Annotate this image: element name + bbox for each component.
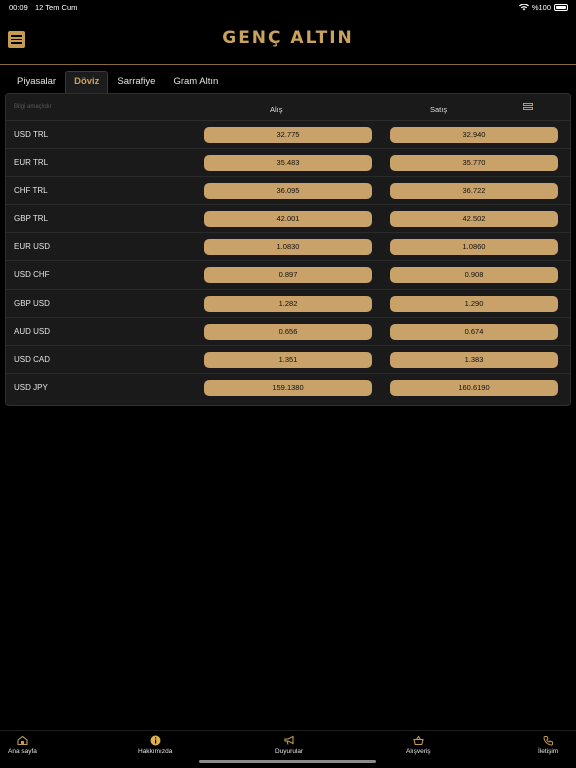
sell-price: 160.6190 — [390, 379, 558, 396]
tab-bar: Piyasalar Döviz Sarrafiye Gram Altın — [8, 71, 227, 93]
table-row: USD TRL 32.775 32.940 — [6, 121, 570, 150]
nav-contact[interactable]: İletişim — [538, 735, 558, 755]
currency-pair-name: USD CAD — [14, 354, 51, 364]
status-time: 00:09 — [9, 3, 28, 12]
sell-price: 42.502 — [390, 211, 558, 228]
buy-price: 35.483 — [204, 155, 372, 172]
disclaimer-label: Bilgi amaçlıdır — [14, 104, 52, 110]
currency-pair-name: AUD USD — [14, 326, 51, 336]
currency-pair-name: GBP USD — [14, 298, 50, 308]
status-bar: 00:09 12 Tem Cum %100 — [0, 0, 576, 16]
sell-price: 36.722 — [390, 183, 558, 200]
sell-price: 1.383 — [390, 351, 558, 368]
nav-label: Alışveriş — [406, 748, 431, 755]
nav-home[interactable]: Ana sayfa — [8, 735, 37, 755]
sell-price: 0.674 — [390, 323, 558, 340]
buy-price: 42.001 — [204, 211, 372, 228]
nav-label: Ana sayfa — [8, 748, 37, 755]
currency-pair-name: EUR TRL — [14, 158, 49, 168]
nav-label: Duyurular — [275, 748, 304, 755]
table-row: GBP USD 1.282 1.290 — [6, 290, 570, 318]
table-row: USD JPY 159.1380 160.6190 — [6, 374, 570, 402]
buy-price: 159.1380 — [204, 379, 372, 396]
info-icon — [150, 735, 161, 746]
buy-column-header: Alış — [270, 105, 283, 114]
sell-column-header: Satış — [430, 105, 448, 114]
phone-icon — [543, 736, 553, 746]
currency-pair-name: USD CHF — [14, 270, 50, 280]
brand-logo: GENÇ ALTIN — [222, 28, 354, 48]
nav-label: İletişim — [538, 748, 559, 755]
battery-percent: %100 — [531, 3, 551, 12]
table-body: USD TRL 32.775 32.940 EUR TRL 35.483 35.770 CH… — [6, 121, 570, 402]
currency-table: Bilgi amaçlıdır Alış Satış USD TRL 32.775… — [5, 93, 571, 406]
currency-pair-name: EUR USD — [14, 242, 51, 252]
buy-price: 1.282 — [204, 295, 372, 312]
sell-price: 1.0860 — [390, 239, 558, 256]
tab-3[interactable]: Gram Altın — [164, 71, 227, 93]
megaphone-icon — [284, 735, 294, 745]
home-icon — [17, 735, 28, 746]
currency-pair-name: USD JPY — [14, 382, 48, 392]
home-indicator — [199, 760, 376, 763]
table-header: Bilgi amaçlıdır Alış Satış — [6, 94, 570, 121]
sell-price: 1.290 — [390, 295, 558, 312]
buy-price: 1.0830 — [204, 239, 372, 256]
status-indicators: %100 — [518, 3, 568, 12]
sell-price: 0.908 — [390, 267, 558, 284]
battery-icon — [554, 4, 568, 11]
nav-shopping[interactable]: Alışveriş — [406, 735, 431, 755]
table-row: AUD USD 0.656 0.674 — [6, 318, 570, 346]
table-row: GBP TRL 42.001 42.502 — [6, 205, 570, 234]
tab-0[interactable]: Piyasalar — [8, 71, 65, 93]
basket-icon — [413, 735, 424, 746]
nav-about[interactable]: Hakkımızda — [138, 735, 172, 755]
currency-pair-name: CHF TRL — [14, 186, 48, 196]
status-date: 12 Tem Cum — [35, 3, 78, 12]
app-header: GENÇ ALTIN — [0, 16, 576, 65]
wifi-icon — [518, 4, 529, 11]
layout-toggle-icon[interactable] — [523, 103, 533, 112]
table-row: USD CAD 1.351 1.383 — [6, 346, 570, 374]
table-row: EUR USD 1.0830 1.0860 — [6, 233, 570, 262]
buy-price: 0.897 — [204, 267, 372, 284]
currency-pair-name: USD TRL — [14, 130, 49, 139]
table-row: CHF TRL 36.095 36.722 — [6, 177, 570, 206]
table-row: USD CHF 0.897 0.908 — [6, 261, 570, 290]
header-divider — [0, 64, 576, 65]
buy-price: 32.775 — [204, 127, 372, 143]
nav-label: Hakkımızda — [138, 748, 173, 755]
buy-price: 1.351 — [204, 351, 372, 368]
buy-price: 0.656 — [204, 323, 372, 340]
tab-1[interactable]: Döviz — [65, 71, 109, 93]
table-row: EUR TRL 35.483 35.770 — [6, 149, 570, 178]
tab-2[interactable]: Sarrafiye — [108, 71, 164, 93]
buy-price: 36.095 — [204, 183, 372, 200]
nav-announcements[interactable]: Duyurular — [275, 735, 303, 755]
sell-price: 32.940 — [390, 127, 558, 143]
sell-price: 35.770 — [390, 155, 558, 172]
currency-pair-name: GBP TRL — [14, 214, 48, 224]
